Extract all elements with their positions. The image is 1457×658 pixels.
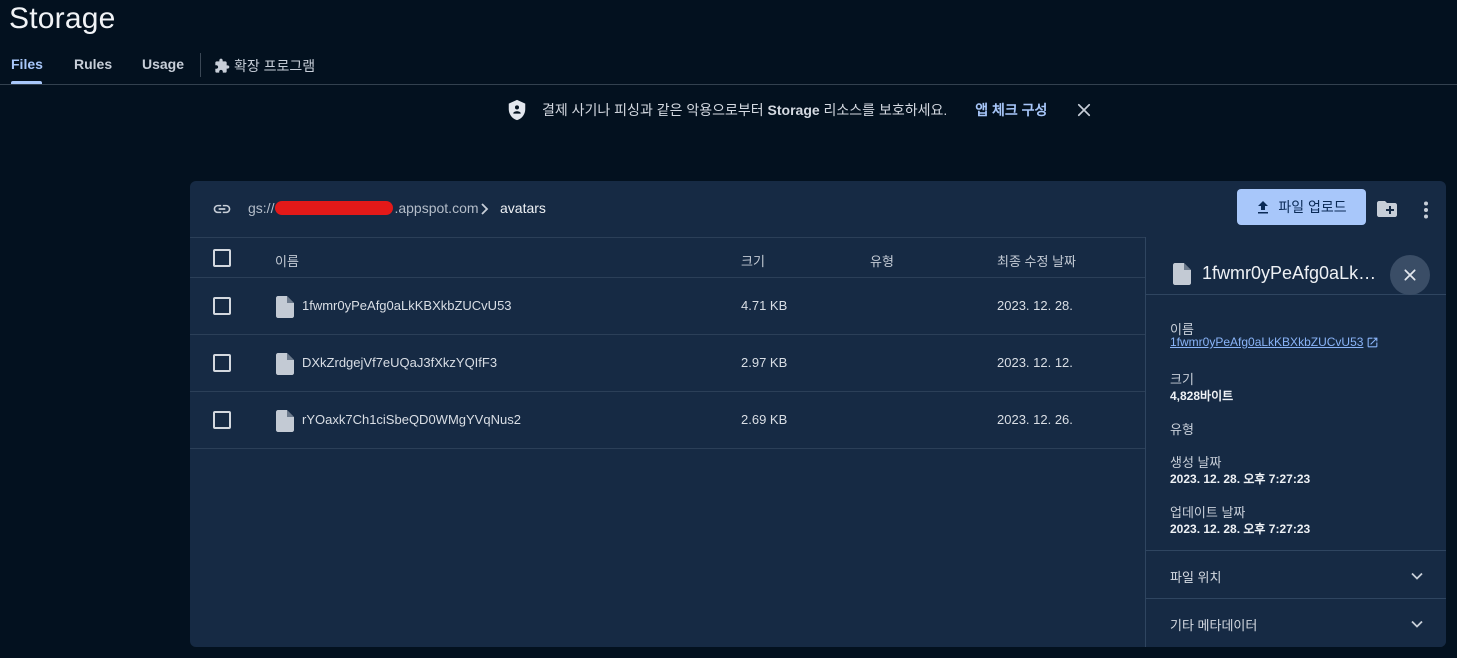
tab-active-indicator [11,81,42,84]
file-modified: 2023. 12. 28. [997,298,1073,313]
file-size: 4.71 KB [741,298,788,313]
file-modified: 2023. 12. 26. [997,412,1073,427]
file-modified: 2023. 12. 12. [997,355,1073,370]
link-icon[interactable] [210,199,234,219]
tab-bar: Files Rules Usage 확장 프로그램 [0,50,1457,85]
detail-size-value: 4,828바이트 [1170,389,1234,403]
column-type[interactable]: 유형 [870,251,894,270]
banner-message: 결제 사기나 피싱과 같은 악용으로부터 Storage 리소스를 보호하세요. [542,100,947,120]
detail-name-link[interactable]: 1fwmr0yPeAfg0aLkKBXkbZUCvU53 [1170,335,1379,349]
file-location-label: 파일 위치 [1170,570,1222,585]
file-icon [276,410,294,432]
file-location-expander[interactable]: 파일 위치 [1146,550,1446,598]
upload-file-button[interactable]: 파일 업로드 [1237,189,1366,225]
close-icon[interactable] [1075,101,1093,119]
file-size: 2.69 KB [741,412,788,427]
app-check-banner: 결제 사기나 피싱과 같은 악용으로부터 Storage 리소스를 보호하세요.… [506,96,1093,124]
bucket-prefix: gs:// [248,200,275,216]
tab-extensions-label: 확장 프로그램 [234,58,316,74]
detail-name-value: 1fwmr0yPeAfg0aLkKBXkbZUCvU53 [1170,335,1364,349]
extension-icon [215,58,230,73]
file-name[interactable]: 1fwmr0yPeAfg0aLkKBXkbZUCvU53 [302,298,512,313]
tab-usage[interactable]: Usage [142,56,184,72]
upload-file-label: 파일 업로드 [1278,199,1347,215]
file-name[interactable]: rYOaxk7Ch1ciSbeQD0WMgYVqNus2 [302,412,521,427]
table-row[interactable]: rYOaxk7Ch1ciSbeQD0WMgYVqNus2 2.69 KB 202… [190,392,1146,449]
storage-browser: gs:// .appspot.com avatars 파일 업로드 이름 크기 유… [190,181,1446,647]
detail-type-label: 유형 [1170,422,1194,437]
banner-message-post: 리소스를 보호하세요. [819,102,948,118]
detail-size-label: 크기 [1170,372,1194,387]
tab-files[interactable]: Files [11,56,43,72]
redaction-mark [275,201,394,215]
banner-message-bold: Storage [767,102,820,118]
close-detail-button[interactable] [1390,255,1430,295]
configure-app-check-link[interactable]: 앱 체크 구성 [975,100,1047,120]
other-metadata-label: 기타 메타데이터 [1170,618,1258,633]
open-in-new-icon [1368,337,1378,347]
select-all-checkbox[interactable] [213,249,231,267]
row-checkbox[interactable] [213,354,231,372]
upload-icon [1258,201,1269,214]
detail-created-label: 생성 날짜 [1170,455,1222,470]
file-icon [1173,263,1191,285]
table-row[interactable]: 1fwmr0yPeAfg0aLkKBXkbZUCvU53 4.71 KB 202… [190,278,1146,335]
chevron-down-icon [1411,620,1423,628]
bucket-path[interactable]: gs:// .appspot.com [248,200,479,216]
tab-rules[interactable]: Rules [74,56,112,72]
shield-icon [508,99,526,121]
detail-updated-label: 업데이트 날짜 [1170,505,1246,520]
file-detail-panel: 1fwmr0yPeAfg0aLkKBXkbZUCvU53 이름 1fwmr0yP… [1145,237,1446,647]
tab-divider [200,53,201,77]
more-vert-icon[interactable] [1414,198,1438,222]
column-size[interactable]: 크기 [741,251,765,270]
row-checkbox[interactable] [213,411,231,429]
file-icon [276,296,294,318]
page-title: Storage [9,2,116,35]
table-header: 이름 크기 유형 최종 수정 날짜 [190,238,1146,278]
file-name[interactable]: DXkZrdgejVf7eUQaJ3fXkzYQIfF3 [302,355,497,370]
detail-title: 1fwmr0yPeAfg0aLkKBXkbZUCvU53 [1202,263,1388,283]
bucket-suffix: .appspot.com [394,200,479,216]
column-modified[interactable]: 최종 수정 날짜 [997,251,1076,270]
chevron-right-icon [481,203,489,215]
row-checkbox[interactable] [213,297,231,315]
chevron-down-icon [1411,572,1423,580]
create-folder-icon[interactable] [1375,197,1399,221]
breadcrumb-current-folder: avatars [500,200,546,216]
detail-created-value: 2023. 12. 28. 오후 7:27:23 [1170,472,1311,486]
detail-header: 1fwmr0yPeAfg0aLkKBXkbZUCvU53 [1146,237,1446,295]
detail-updated-value: 2023. 12. 28. 오후 7:27:23 [1170,522,1311,536]
file-size: 2.97 KB [741,355,788,370]
close-icon [1404,269,1416,281]
table-row[interactable]: DXkZrdgejVf7eUQaJ3fXkzYQIfF3 2.97 KB 202… [190,335,1146,392]
file-icon [276,353,294,375]
tab-extensions[interactable]: 확장 프로그램 [214,56,315,76]
browser-header: gs:// .appspot.com avatars 파일 업로드 [190,181,1446,238]
banner-message-pre: 결제 사기나 피싱과 같은 악용으로부터 [542,102,768,118]
column-name[interactable]: 이름 [275,251,299,270]
other-metadata-expander[interactable]: 기타 메타데이터 [1146,598,1446,646]
